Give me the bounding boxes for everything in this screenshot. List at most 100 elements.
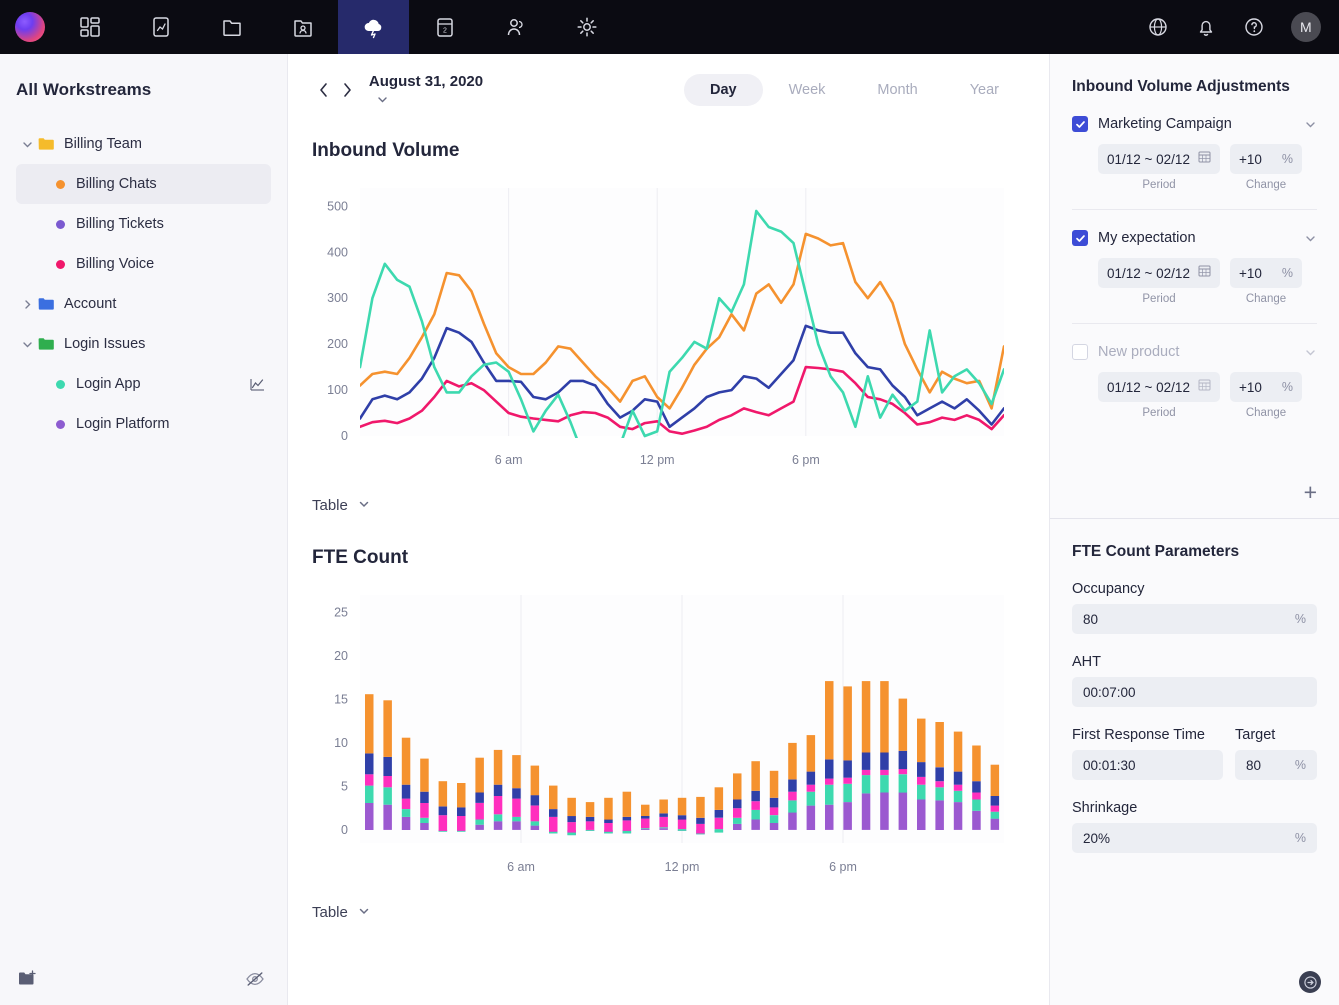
tree-item-account[interactable]: Account (0, 284, 287, 324)
chevron-down-icon[interactable] (1304, 118, 1317, 131)
top-nav-right-icons: M (1147, 0, 1339, 54)
period-input[interactable]: 01/12 ~ 02/12 (1098, 258, 1220, 288)
nav-item-reports[interactable] (125, 0, 196, 54)
avatar[interactable]: M (1291, 12, 1321, 42)
date-picker[interactable]: August 31, 2020 (369, 73, 484, 107)
nav-item-team[interactable] (480, 0, 551, 54)
tree-item-login-app[interactable]: Login App (0, 364, 287, 404)
globe-icon[interactable] (1147, 16, 1169, 38)
line-chart-icon[interactable] (250, 377, 265, 392)
help-arrow-button[interactable] (1299, 971, 1321, 993)
prev-date-button[interactable] (312, 76, 335, 104)
occupancy-value: 80 (1083, 612, 1098, 627)
sidebar-footer (0, 957, 287, 1005)
target-unit: % (1295, 758, 1306, 772)
folder-open-icon (38, 337, 55, 351)
tree-leaf-content: Billing Tickets (16, 216, 164, 232)
tab-day[interactable]: Day (684, 74, 763, 106)
svg-text:0: 0 (341, 823, 348, 837)
chevron-down-icon[interactable] (1304, 232, 1317, 245)
tree-item-billing-tickets[interactable]: Billing Tickets (0, 204, 287, 244)
tree-item-label: Billing Team (64, 136, 142, 152)
eye-off-icon[interactable] (245, 971, 265, 992)
sidebar: All Workstreams Billing Team (0, 54, 288, 1005)
frt-group: First Response Time 00:01:30 (1072, 707, 1223, 780)
shrinkage-value: 20% (1083, 831, 1110, 846)
table-toggle-label: Table (312, 904, 348, 921)
svg-text:0: 0 (341, 429, 348, 443)
adjustment-checkbox[interactable] (1072, 116, 1088, 132)
calendar-icon: 2 (434, 16, 456, 38)
chevron-right-icon[interactable] (16, 299, 38, 310)
svg-text:5: 5 (341, 779, 348, 793)
calendar-icon[interactable] (1198, 264, 1211, 282)
calendar-icon[interactable] (1198, 378, 1211, 396)
period-value: 01/12 ~ 02/12 (1107, 380, 1190, 395)
change-value: +10 (1239, 152, 1262, 167)
nav-item-forecast[interactable] (338, 0, 409, 54)
nav-item-settings[interactable] (551, 0, 622, 54)
period-input[interactable]: 01/12 ~ 02/12 (1098, 372, 1220, 402)
main-header: August 31, 2020 Day Week Month Year (288, 64, 1049, 116)
calendar-icon[interactable] (1198, 150, 1211, 168)
add-folder-icon[interactable] (18, 970, 38, 993)
adjustment-checkbox[interactable] (1072, 344, 1088, 360)
add-adjustment-button[interactable]: + (1304, 481, 1317, 504)
first-response-time-input[interactable]: 00:01:30 (1072, 750, 1223, 780)
change-value: +10 (1239, 380, 1262, 395)
period-input[interactable]: 01/12 ~ 02/12 (1098, 144, 1220, 174)
tree-item-label: Login App (76, 376, 141, 392)
top-nav-spacer (622, 0, 1147, 54)
workstream-tree: Billing Team Billing Chats Billing Ticke… (0, 124, 287, 444)
tab-week[interactable]: Week (763, 74, 852, 106)
people-icon (505, 16, 527, 38)
chevron-down-icon (358, 497, 370, 514)
inbound-volume-table-toggle[interactable]: Table (312, 497, 370, 514)
top-navigation-bar: 2 (0, 0, 1339, 54)
app-logo[interactable] (0, 0, 54, 54)
tree-item-billing-team[interactable]: Billing Team (0, 124, 287, 164)
tab-month[interactable]: Month (851, 74, 943, 106)
workstream-color-dot (56, 220, 65, 229)
period-field: 01/12 ~ 02/12 Period (1098, 144, 1220, 191)
tree-leaf-content: Billing Voice (16, 256, 154, 272)
aht-input[interactable]: 00:07:00 (1072, 677, 1317, 707)
tree-item-billing-chats[interactable]: Billing Chats (16, 164, 271, 204)
tree-item-billing-voice[interactable]: Billing Voice (0, 244, 287, 284)
bell-icon[interactable] (1195, 16, 1217, 38)
shrinkage-input[interactable]: 20% % (1072, 823, 1317, 853)
next-date-button[interactable] (335, 76, 358, 104)
contact-card-icon (292, 16, 314, 38)
first-response-time-value: 00:01:30 (1083, 758, 1136, 773)
question-icon[interactable] (1243, 16, 1265, 38)
tab-year[interactable]: Year (944, 74, 1025, 106)
occupancy-input[interactable]: 80 % (1072, 604, 1317, 634)
change-input[interactable]: +10 % (1230, 144, 1302, 174)
change-input[interactable]: +10 % (1230, 258, 1302, 288)
nav-item-dashboard[interactable] (54, 0, 125, 54)
chevron-down-icon[interactable] (16, 139, 38, 150)
target-value: 80 (1246, 758, 1261, 773)
adjustment-fields: 01/12 ~ 02/12 Period +10 % (1072, 258, 1317, 305)
chevron-down-icon[interactable] (16, 339, 38, 350)
grid-icon (79, 16, 101, 38)
shrinkage-label: Shrinkage (1072, 800, 1317, 816)
period-field: 01/12 ~ 02/12 Period (1098, 372, 1220, 419)
adjustment-checkbox[interactable] (1072, 230, 1088, 246)
chevron-down-icon[interactable] (1304, 346, 1317, 359)
line-chart-svg: 01002003004005006 am12 pm6 pm (312, 178, 1012, 478)
nav-item-files[interactable] (196, 0, 267, 54)
change-input[interactable]: +10 % (1230, 372, 1302, 402)
aht-value: 00:07:00 (1083, 685, 1136, 700)
nav-item-schedule[interactable]: 2 (409, 0, 480, 54)
tree-item-login-platform[interactable]: Login Platform (0, 404, 287, 444)
adjustment-name: My expectation (1098, 230, 1294, 246)
tree-item-login-issues[interactable]: Login Issues (0, 324, 287, 364)
folder-icon (221, 16, 243, 38)
target-input[interactable]: 80 % (1235, 750, 1317, 780)
adjustment-header: My expectation (1072, 230, 1317, 246)
fte-count-chart: 05101520256 am12 pm6 pm (312, 585, 1025, 890)
fte-count-table-toggle[interactable]: Table (312, 904, 370, 921)
nav-item-contacts[interactable] (267, 0, 338, 54)
target-label: Target (1235, 727, 1317, 743)
